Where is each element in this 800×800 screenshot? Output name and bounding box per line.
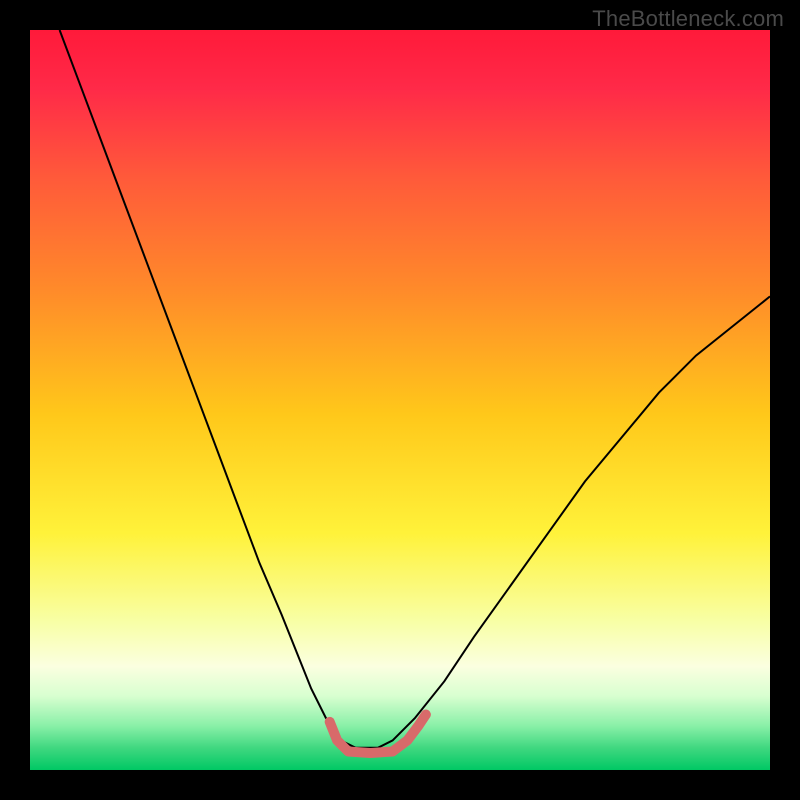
watermark-text: TheBottleneck.com <box>592 6 784 32</box>
chart-frame: TheBottleneck.com <box>0 0 800 800</box>
gradient-background <box>30 30 770 770</box>
chart-svg <box>30 30 770 770</box>
chart-plot-area <box>30 30 770 770</box>
